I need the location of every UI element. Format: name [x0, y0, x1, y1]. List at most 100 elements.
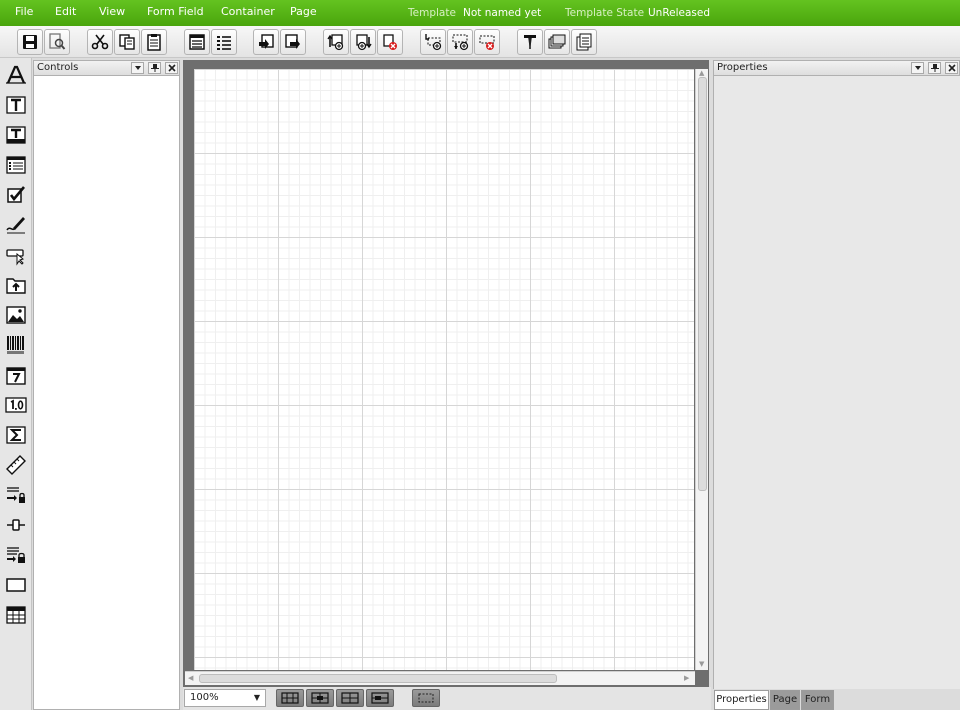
label-icon: [6, 65, 26, 84]
controls-panel-header: Controls: [33, 60, 180, 76]
menubar: File Edit View Form Field Container Page…: [0, 0, 960, 26]
tab-form[interactable]: Form: [801, 690, 834, 710]
selection-button[interactable]: [412, 689, 440, 707]
properties-dropdown-button[interactable]: [911, 62, 924, 74]
pages-button[interactable]: [571, 29, 597, 55]
list-layout-button[interactable]: [211, 29, 237, 55]
control-palette: [0, 58, 32, 710]
add-row-after-icon: [452, 34, 469, 51]
pin-icon: [930, 64, 939, 72]
add-row-after-button[interactable]: [447, 29, 473, 55]
button-icon: [6, 249, 25, 266]
palette-item-image[interactable]: [4, 303, 28, 327]
palette-item-checkbox[interactable]: [4, 183, 28, 207]
add-field-after-icon: [356, 34, 372, 51]
textbox-icon: [6, 96, 26, 114]
preview-button[interactable]: [44, 29, 70, 55]
copy-button[interactable]: [114, 29, 140, 55]
horizontal-scrollbar[interactable]: ◀ ▶: [185, 671, 695, 685]
list-layout-icon: [217, 36, 231, 50]
cut-icon: [91, 34, 109, 50]
snap-grid-icon: [311, 692, 329, 704]
paste-button[interactable]: [141, 29, 167, 55]
controls-close-button[interactable]: [165, 62, 178, 74]
design-page[interactable]: [194, 69, 694, 670]
checkbox-icon: [7, 186, 25, 203]
menu-page[interactable]: Page: [290, 5, 317, 18]
menu-edit[interactable]: Edit: [55, 5, 76, 18]
palette-item-rectangle[interactable]: [4, 573, 28, 597]
controls-pin-button[interactable]: [148, 62, 161, 74]
add-field-before-button[interactable]: [323, 29, 349, 55]
scroll-right-icon[interactable]: ▶: [684, 674, 689, 682]
palette-item-textarea[interactable]: [4, 123, 28, 147]
delete-field-icon: [383, 34, 397, 50]
properties-close-button[interactable]: [945, 62, 958, 74]
export-button[interactable]: [280, 29, 306, 55]
tab-page[interactable]: Page: [770, 690, 800, 710]
menu-container[interactable]: Container: [221, 5, 275, 18]
add-row-before-icon: [425, 34, 442, 51]
slider-icon: [7, 519, 25, 531]
palette-item-upload[interactable]: [4, 273, 28, 297]
palette-item-group-lock[interactable]: [4, 543, 28, 567]
export-icon: [285, 34, 300, 49]
palette-item-sum[interactable]: [4, 423, 28, 447]
textarea-icon: [6, 126, 26, 144]
zoom-select[interactable]: 100% ▼: [184, 689, 266, 707]
scroll-down-icon[interactable]: ▼: [699, 660, 704, 668]
palette-item-numeric[interactable]: [4, 393, 28, 417]
delete-row-icon: [479, 35, 495, 50]
close-icon: [167, 64, 176, 72]
palette-item-textbox[interactable]: [4, 93, 28, 117]
save-button[interactable]: [17, 29, 43, 55]
template-label: Template: [408, 7, 456, 19]
add-field-after-button[interactable]: [350, 29, 376, 55]
palette-item-label[interactable]: [4, 63, 28, 87]
scroll-left-icon[interactable]: ◀: [188, 674, 193, 682]
menu-view[interactable]: View: [99, 5, 125, 18]
scroll-up-icon[interactable]: ▲: [699, 69, 704, 77]
ruler-icon: [6, 455, 26, 475]
form-layout-button[interactable]: [184, 29, 210, 55]
palette-item-calendar[interactable]: [4, 363, 28, 387]
horizontal-scroll-thumb[interactable]: [199, 674, 557, 683]
delete-field-button[interactable]: [377, 29, 403, 55]
stack-button[interactable]: [544, 29, 570, 55]
snap-grid-button[interactable]: [306, 689, 334, 707]
sum-icon: [6, 426, 26, 444]
menu-file[interactable]: File: [15, 5, 33, 18]
menu-form-field[interactable]: Form Field: [147, 5, 204, 18]
template-state-label: Template State: [565, 7, 645, 19]
numeric-icon: [5, 397, 27, 413]
properties-pin-button[interactable]: [928, 62, 941, 74]
delete-row-button[interactable]: [474, 29, 500, 55]
add-row-before-button[interactable]: [420, 29, 446, 55]
listbox-icon: [6, 156, 26, 174]
palette-item-field-lock[interactable]: [4, 483, 28, 507]
style-icon: [524, 35, 536, 49]
palette-item-grid[interactable]: [4, 603, 28, 627]
close-icon: [947, 64, 956, 72]
vertical-scrollbar[interactable]: ▲ ▼: [695, 69, 708, 670]
tab-properties[interactable]: Properties: [714, 690, 769, 710]
grid-view-button[interactable]: [276, 689, 304, 707]
controls-panel-title: Controls: [37, 62, 79, 73]
cut-button[interactable]: [87, 29, 113, 55]
snap-rows-button[interactable]: [366, 689, 394, 707]
properties-panel-header: Properties: [713, 60, 960, 76]
properties-panel-title: Properties: [717, 62, 768, 73]
style-button[interactable]: [517, 29, 543, 55]
palette-item-signature[interactable]: [4, 213, 28, 237]
palette-item-listbox[interactable]: [4, 153, 28, 177]
vertical-scroll-thumb[interactable]: [698, 77, 707, 491]
palette-item-barcode[interactable]: [4, 333, 28, 357]
rows-view-button[interactable]: [336, 689, 364, 707]
controls-dropdown-button[interactable]: [131, 62, 144, 74]
palette-item-ruler[interactable]: [4, 453, 28, 477]
import-button[interactable]: [253, 29, 279, 55]
toolbar: [0, 26, 960, 58]
palette-item-button[interactable]: [4, 243, 28, 267]
palette-item-slider[interactable]: [4, 513, 28, 537]
properties-panel-body: [713, 76, 960, 689]
